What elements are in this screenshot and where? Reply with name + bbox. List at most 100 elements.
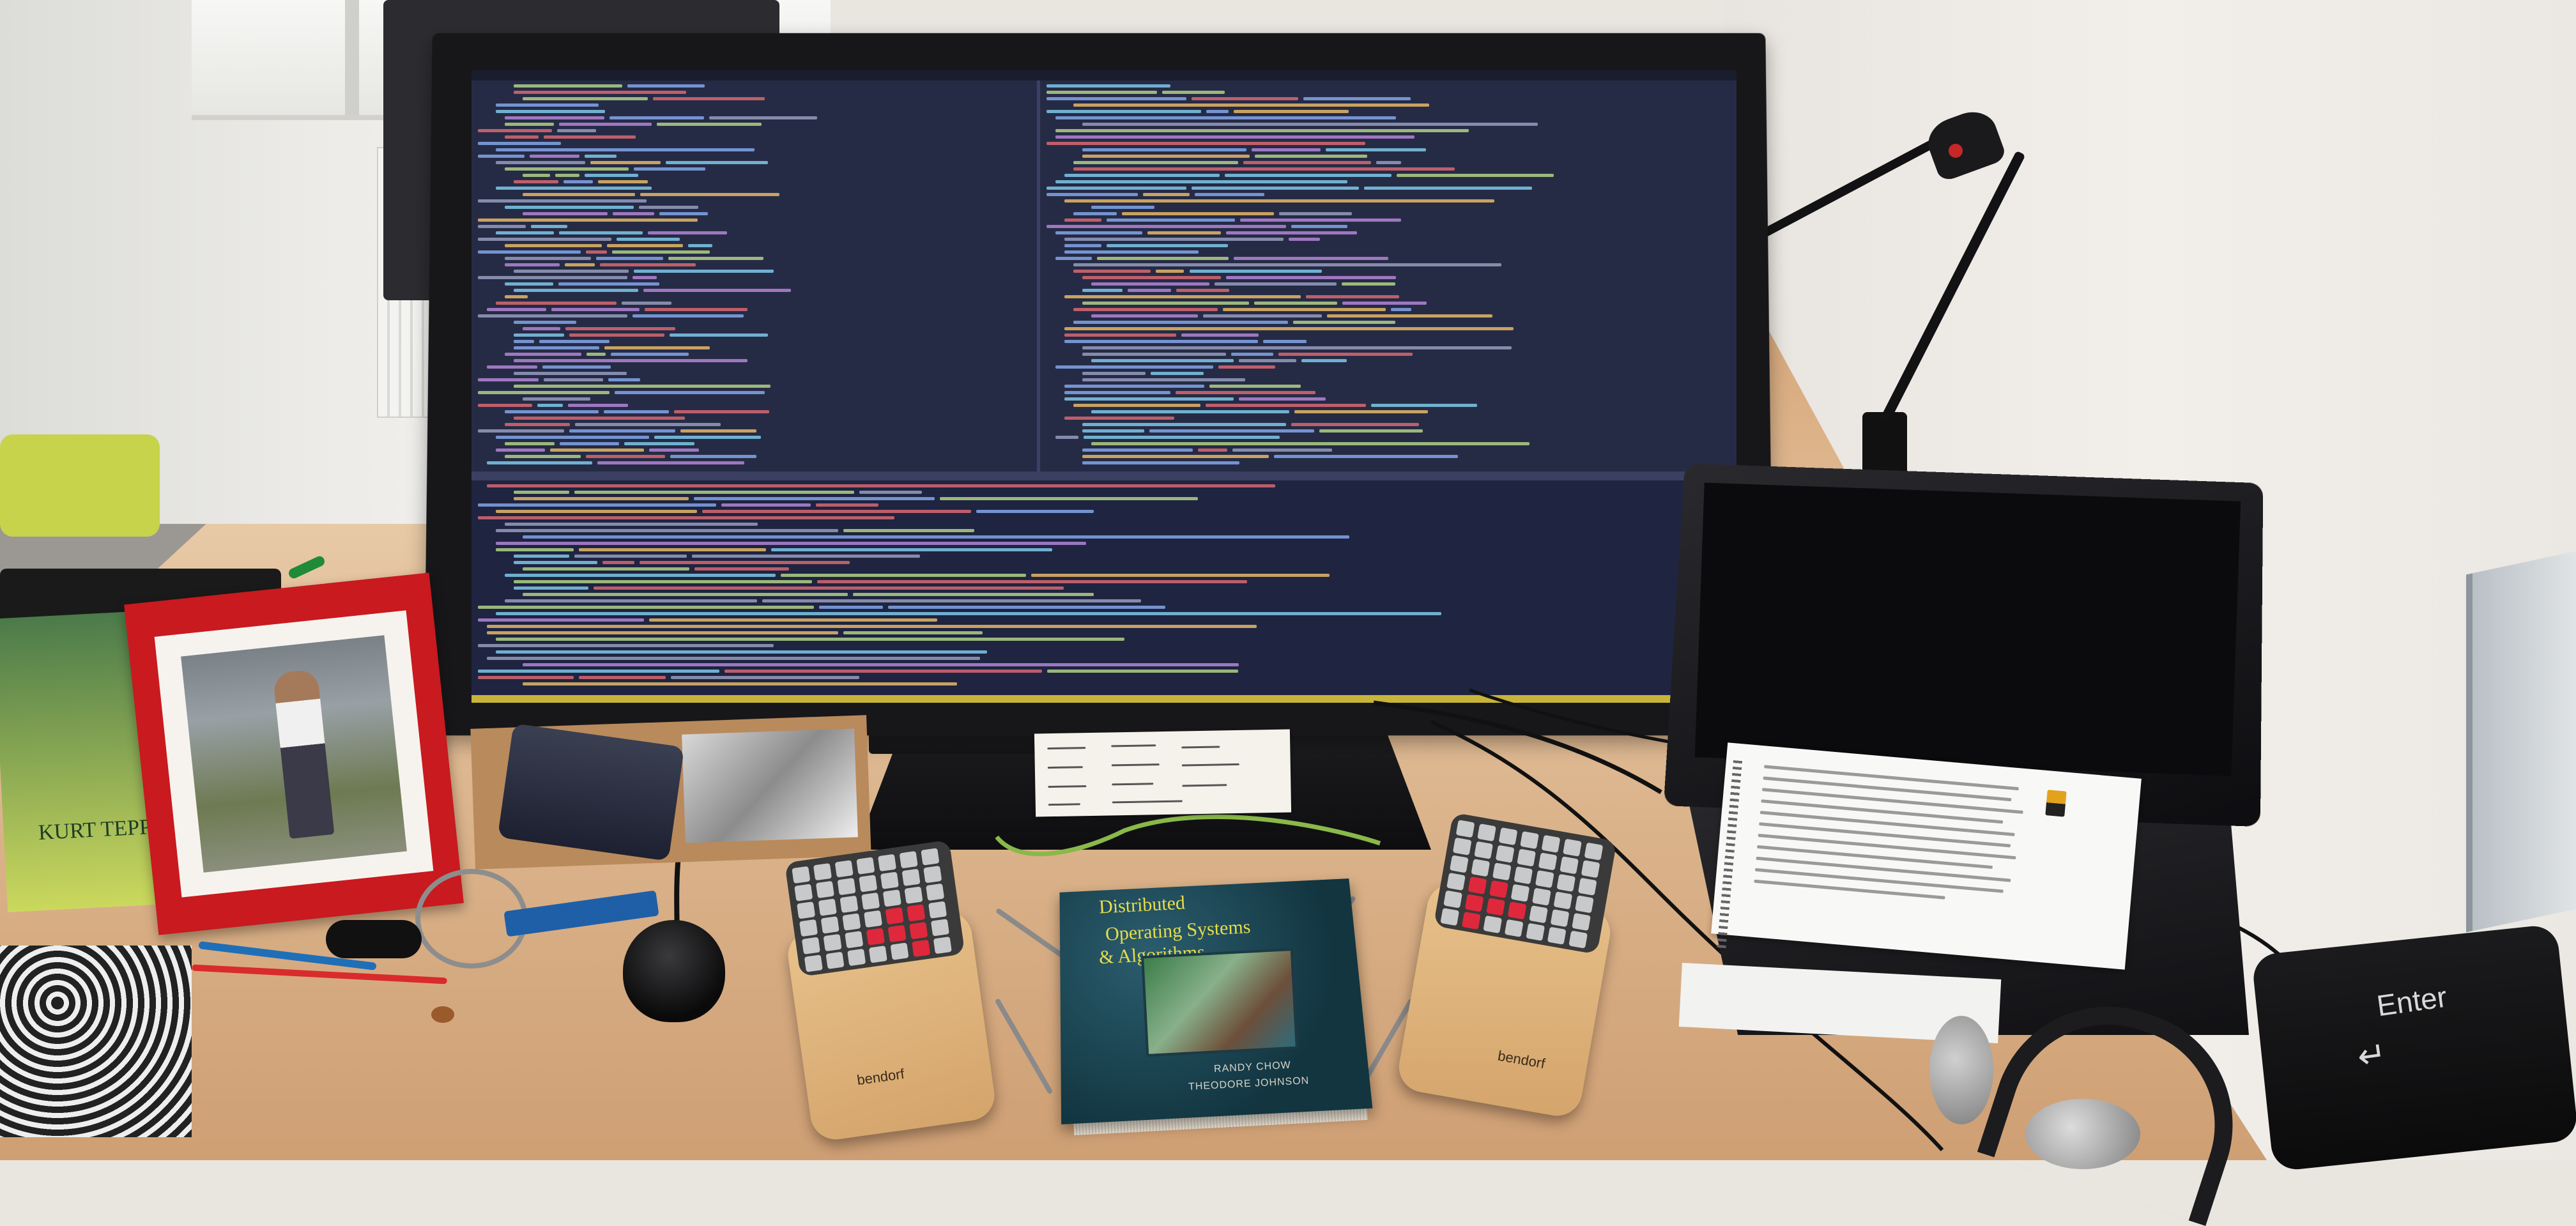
code-line [1046,187,1187,190]
keycap[interactable] [842,913,861,931]
code-line [724,670,1042,673]
status-bar [471,695,1736,703]
keycap[interactable] [815,880,834,899]
keycap[interactable] [1446,872,1466,891]
keycap[interactable] [1560,856,1579,875]
keycap[interactable] [1461,911,1481,930]
keycap[interactable] [1550,909,1570,928]
keycap[interactable] [823,933,842,952]
keycap[interactable] [1455,820,1475,838]
keycap[interactable] [904,886,923,904]
keycap[interactable] [928,901,947,919]
keycap[interactable] [845,931,864,949]
keyboard-left-keys[interactable] [784,839,965,977]
keycap[interactable] [1517,848,1537,867]
code-line [557,129,597,132]
keycap[interactable] [1443,890,1462,908]
keycap[interactable] [847,948,866,967]
keycap[interactable] [912,939,931,958]
keycap[interactable] [825,951,845,969]
keycap[interactable] [837,877,856,896]
code-line [505,353,581,356]
keycap[interactable] [1440,908,1460,926]
keycap[interactable] [856,857,875,875]
keycap[interactable] [1581,860,1600,878]
keycap[interactable] [1510,884,1530,902]
keycap[interactable] [907,904,926,922]
keycap[interactable] [868,946,887,963]
keycap[interactable] [1495,845,1515,863]
keycap[interactable] [909,921,928,940]
split-keyboard-right[interactable]: bendorf [1395,812,1617,1120]
keycap[interactable] [1468,876,1487,894]
keycap[interactable] [861,892,880,910]
code-line [1226,276,1397,279]
keycap[interactable] [1526,923,1545,941]
keycap[interactable] [863,910,883,928]
keycap[interactable] [901,868,921,887]
keycap[interactable] [933,936,952,954]
keycap[interactable] [1492,862,1512,881]
keycap[interactable] [1577,877,1597,896]
keycap[interactable] [877,854,897,872]
keycap[interactable] [923,865,942,884]
keycap[interactable] [820,916,839,934]
keycap[interactable] [1547,926,1567,945]
keycap[interactable] [885,907,904,925]
keycap[interactable] [813,862,832,881]
keycap[interactable] [899,851,918,869]
keycap[interactable] [926,883,945,901]
keycap[interactable] [859,875,878,893]
code-line [514,270,629,273]
keycap[interactable] [1568,930,1588,949]
keycap[interactable] [1507,901,1527,920]
keycap[interactable] [839,895,859,914]
code-line [1091,410,1290,413]
code-line [1291,423,1419,426]
keycap[interactable] [1486,898,1505,916]
keycap[interactable] [834,860,854,878]
keycap[interactable] [818,898,837,916]
keycap[interactable] [1477,824,1496,842]
keycap[interactable] [792,866,811,884]
keycap[interactable] [1483,915,1503,934]
keycap[interactable] [882,889,901,907]
keycap[interactable] [1556,873,1576,893]
keycap[interactable] [890,942,909,960]
keycap[interactable] [887,924,907,943]
editor-tab-bar [471,70,1736,80]
keycap[interactable] [1498,827,1518,846]
enter-key-pillow[interactable] [2251,923,2576,1172]
keycap[interactable] [1553,891,1573,910]
keycap[interactable] [801,937,820,954]
keycap[interactable] [1471,859,1491,877]
keycap[interactable] [1489,880,1508,898]
keycap[interactable] [1538,852,1558,871]
keycap[interactable] [1541,834,1561,853]
keycap[interactable] [1474,841,1494,859]
keycap[interactable] [804,954,823,972]
keycap[interactable] [1504,919,1524,937]
keycap[interactable] [1514,866,1533,885]
keycap[interactable] [799,919,818,937]
keycap[interactable] [1452,837,1472,855]
keycap[interactable] [1572,912,1591,931]
keycap[interactable] [1563,838,1582,857]
keycap[interactable] [1532,887,1551,906]
keycap[interactable] [866,928,885,946]
keycap[interactable] [794,884,813,901]
keycap[interactable] [930,919,949,937]
mouse[interactable] [623,920,725,1022]
keycap[interactable] [1574,895,1594,914]
keycap[interactable] [921,848,940,866]
keycap[interactable] [1535,870,1554,889]
keycap[interactable] [797,901,816,919]
code-line [1091,314,1199,318]
split-keyboard-left[interactable]: bendorf [784,839,998,1143]
keycap[interactable] [1520,831,1539,850]
keycap[interactable] [1449,855,1469,873]
keycap[interactable] [1584,842,1604,861]
keycap[interactable] [1464,894,1484,912]
keycap[interactable] [880,871,899,889]
keycap[interactable] [1529,905,1548,924]
